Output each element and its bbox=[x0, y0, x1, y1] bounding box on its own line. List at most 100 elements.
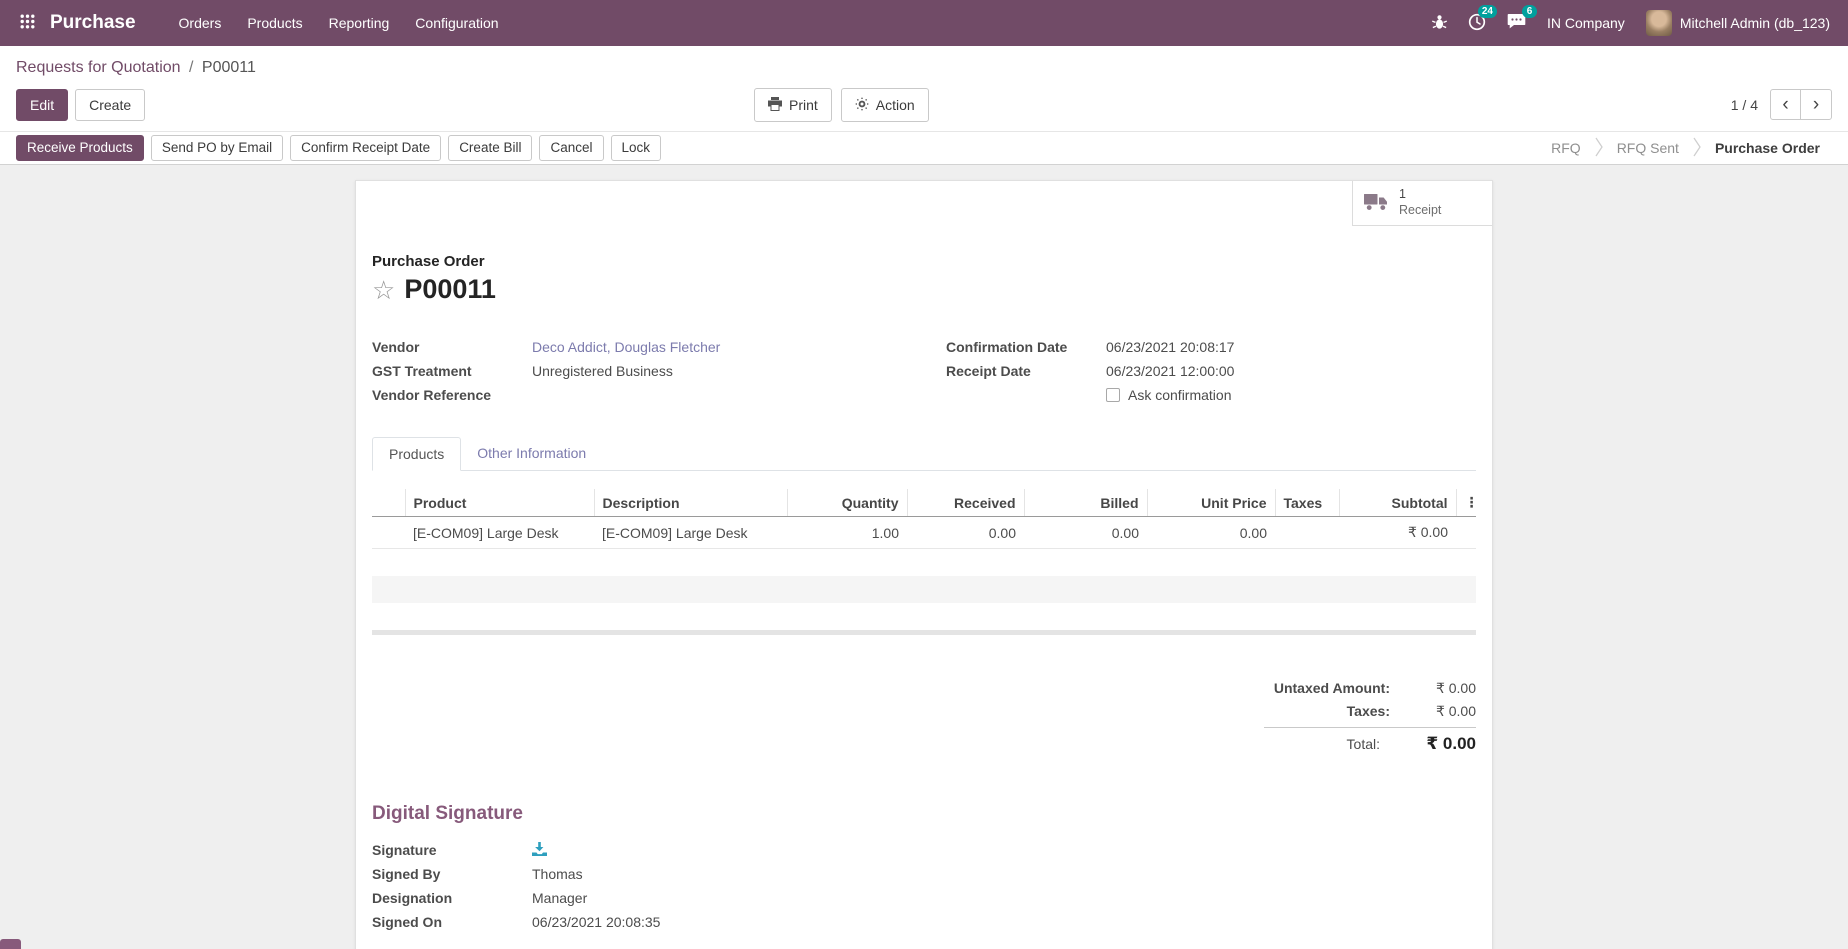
user-menu[interactable]: Mitchell Admin (db_123) bbox=[1646, 10, 1830, 36]
vendor-reference-label: Vendor Reference bbox=[372, 387, 532, 403]
line-billed: 0.00 bbox=[1024, 517, 1147, 549]
button-box: 1 Receipt bbox=[356, 181, 1492, 226]
order-line-row[interactable]: [E-COM09] Large Desk [E-COM09] Large Des… bbox=[372, 517, 1476, 549]
user-name: Mitchell Admin (db_123) bbox=[1680, 15, 1830, 31]
user-avatar bbox=[1646, 10, 1672, 36]
confirm-receipt-date-button[interactable]: Confirm Receipt Date bbox=[290, 135, 441, 161]
table-foot-bar bbox=[372, 630, 1476, 635]
line-product: [E-COM09] Large Desk bbox=[405, 517, 594, 549]
col-header-handle bbox=[372, 489, 405, 517]
designation-label: Designation bbox=[372, 890, 532, 906]
receipt-stat-button[interactable]: 1 Receipt bbox=[1352, 181, 1492, 226]
pager-value[interactable]: 1 / 4 bbox=[1731, 97, 1758, 113]
cancel-button[interactable]: Cancel bbox=[539, 135, 603, 161]
pager: ‹ › bbox=[1770, 89, 1832, 120]
signature-download-icon[interactable] bbox=[532, 843, 547, 859]
receipt-label: Receipt bbox=[1399, 203, 1441, 219]
untaxed-amount-value: ₹ 0.00 bbox=[1390, 680, 1476, 697]
form-sheet: 1 Receipt Purchase Order ☆ P00011 Vendor… bbox=[355, 180, 1493, 949]
state-rfq-sent[interactable]: RFQ Sent bbox=[1603, 132, 1693, 165]
apps-grid-icon bbox=[20, 14, 35, 32]
step-separator-icon bbox=[1693, 137, 1701, 160]
doc-type-label: Purchase Order bbox=[372, 253, 1476, 270]
breadcrumb-current: P00011 bbox=[202, 59, 256, 76]
state-purchase-order[interactable]: Purchase Order bbox=[1701, 132, 1834, 165]
receive-products-button[interactable]: Receive Products bbox=[16, 135, 144, 161]
company-switcher[interactable]: IN Company bbox=[1547, 15, 1625, 31]
optional-columns-icon[interactable]: ⋮ bbox=[1456, 489, 1476, 517]
action-button[interactable]: Action bbox=[841, 88, 929, 122]
line-subtotal: ₹ 0.00 bbox=[1339, 517, 1456, 549]
messages-menu-button[interactable]: 6 bbox=[1507, 13, 1526, 33]
taxes-label: Taxes: bbox=[1347, 703, 1390, 719]
col-header-subtotal: Subtotal bbox=[1339, 489, 1456, 517]
digital-signature-section: Digital Signature Signature Signed By Th… bbox=[372, 803, 1476, 935]
lock-button[interactable]: Lock bbox=[611, 135, 662, 161]
empty-line-row bbox=[372, 603, 1476, 630]
pager-next-button[interactable]: › bbox=[1801, 90, 1831, 119]
chevron-left-icon: ‹ bbox=[1782, 94, 1788, 116]
receipt-date-label: Receipt Date bbox=[946, 363, 1106, 379]
menu-reporting[interactable]: Reporting bbox=[316, 0, 403, 46]
edit-button[interactable]: Edit bbox=[16, 89, 68, 121]
totals-block: Untaxed Amount: ₹ 0.00 Taxes: ₹ 0.00 Tot… bbox=[1264, 677, 1476, 757]
line-taxes bbox=[1275, 517, 1339, 549]
signed-by-label: Signed By bbox=[372, 866, 532, 882]
breadcrumb-separator: / bbox=[189, 59, 193, 76]
empty-line-row bbox=[372, 576, 1476, 603]
vendor-value-link[interactable]: Deco Addict, Douglas Fletcher bbox=[532, 339, 902, 355]
main-menu: Orders Products Reporting Configuration bbox=[166, 0, 512, 46]
bug-icon bbox=[1432, 14, 1447, 33]
vendor-label: Vendor bbox=[372, 339, 532, 355]
favorite-star-icon[interactable]: ☆ bbox=[372, 277, 395, 303]
form-view: 1 Receipt Purchase Order ☆ P00011 Vendor… bbox=[0, 165, 1848, 949]
col-header-product: Product bbox=[405, 489, 594, 517]
col-header-taxes: Taxes bbox=[1275, 489, 1339, 517]
statusbar: Receive Products Send PO by Email Confir… bbox=[0, 132, 1848, 165]
control-panel: Requests for Quotation / P00011 Edit Cre… bbox=[0, 46, 1848, 132]
apps-menu-button[interactable] bbox=[8, 0, 46, 46]
menu-configuration[interactable]: Configuration bbox=[402, 0, 511, 46]
activities-count-badge: 24 bbox=[1478, 5, 1497, 18]
empty-line-row bbox=[372, 549, 1476, 576]
tab-products[interactable]: Products bbox=[372, 437, 461, 471]
pager-previous-button[interactable]: ‹ bbox=[1771, 90, 1801, 119]
activities-menu-button[interactable]: 24 bbox=[1468, 13, 1486, 34]
ask-confirmation-label: Ask confirmation bbox=[1128, 387, 1231, 403]
untaxed-amount-label: Untaxed Amount: bbox=[1274, 680, 1390, 696]
breadcrumb-parent-link[interactable]: Requests for Quotation bbox=[16, 59, 181, 76]
printer-icon bbox=[768, 97, 782, 113]
menu-orders[interactable]: Orders bbox=[166, 0, 235, 46]
menu-products[interactable]: Products bbox=[234, 0, 315, 46]
debug-button[interactable] bbox=[1432, 14, 1447, 33]
digital-signature-title: Digital Signature bbox=[372, 803, 1476, 825]
signed-on-value: 06/23/2021 20:08:35 bbox=[532, 914, 1034, 930]
field-group: Vendor Deco Addict, Douglas Fletcher GST… bbox=[372, 335, 1476, 407]
col-header-unit-price: Unit Price bbox=[1147, 489, 1275, 517]
tab-other-information[interactable]: Other Information bbox=[461, 437, 602, 471]
confirmation-date-value: 06/23/2021 20:08:17 bbox=[1106, 339, 1476, 355]
order-lines-table: Product Description Quantity Received Bi… bbox=[372, 489, 1476, 630]
send-po-by-email-button[interactable]: Send PO by Email bbox=[151, 135, 283, 161]
gst-treatment-label: GST Treatment bbox=[372, 363, 532, 379]
taxes-value: ₹ 0.00 bbox=[1390, 703, 1476, 720]
livechat-button[interactable] bbox=[0, 939, 21, 949]
line-unit-price: 0.00 bbox=[1147, 517, 1275, 549]
col-header-description: Description bbox=[594, 489, 787, 517]
create-button[interactable]: Create bbox=[75, 89, 145, 121]
breadcrumb: Requests for Quotation / P00011 bbox=[16, 59, 1832, 77]
messages-count-badge: 6 bbox=[1522, 5, 1537, 18]
signed-on-label: Signed On bbox=[372, 914, 532, 930]
step-separator-icon bbox=[1595, 137, 1603, 160]
chevron-right-icon: › bbox=[1813, 94, 1819, 116]
ask-confirmation-checkbox[interactable] bbox=[1106, 388, 1120, 402]
page-title: P00011 bbox=[404, 274, 496, 305]
create-bill-button[interactable]: Create Bill bbox=[448, 135, 532, 161]
gear-icon bbox=[855, 97, 869, 113]
signed-by-value: Thomas bbox=[532, 866, 1034, 882]
print-button[interactable]: Print bbox=[754, 88, 832, 122]
app-name[interactable]: Purchase bbox=[50, 12, 136, 34]
gst-treatment-value: Unregistered Business bbox=[532, 363, 902, 379]
line-description: [E-COM09] Large Desk bbox=[594, 517, 787, 549]
state-rfq[interactable]: RFQ bbox=[1537, 132, 1595, 165]
